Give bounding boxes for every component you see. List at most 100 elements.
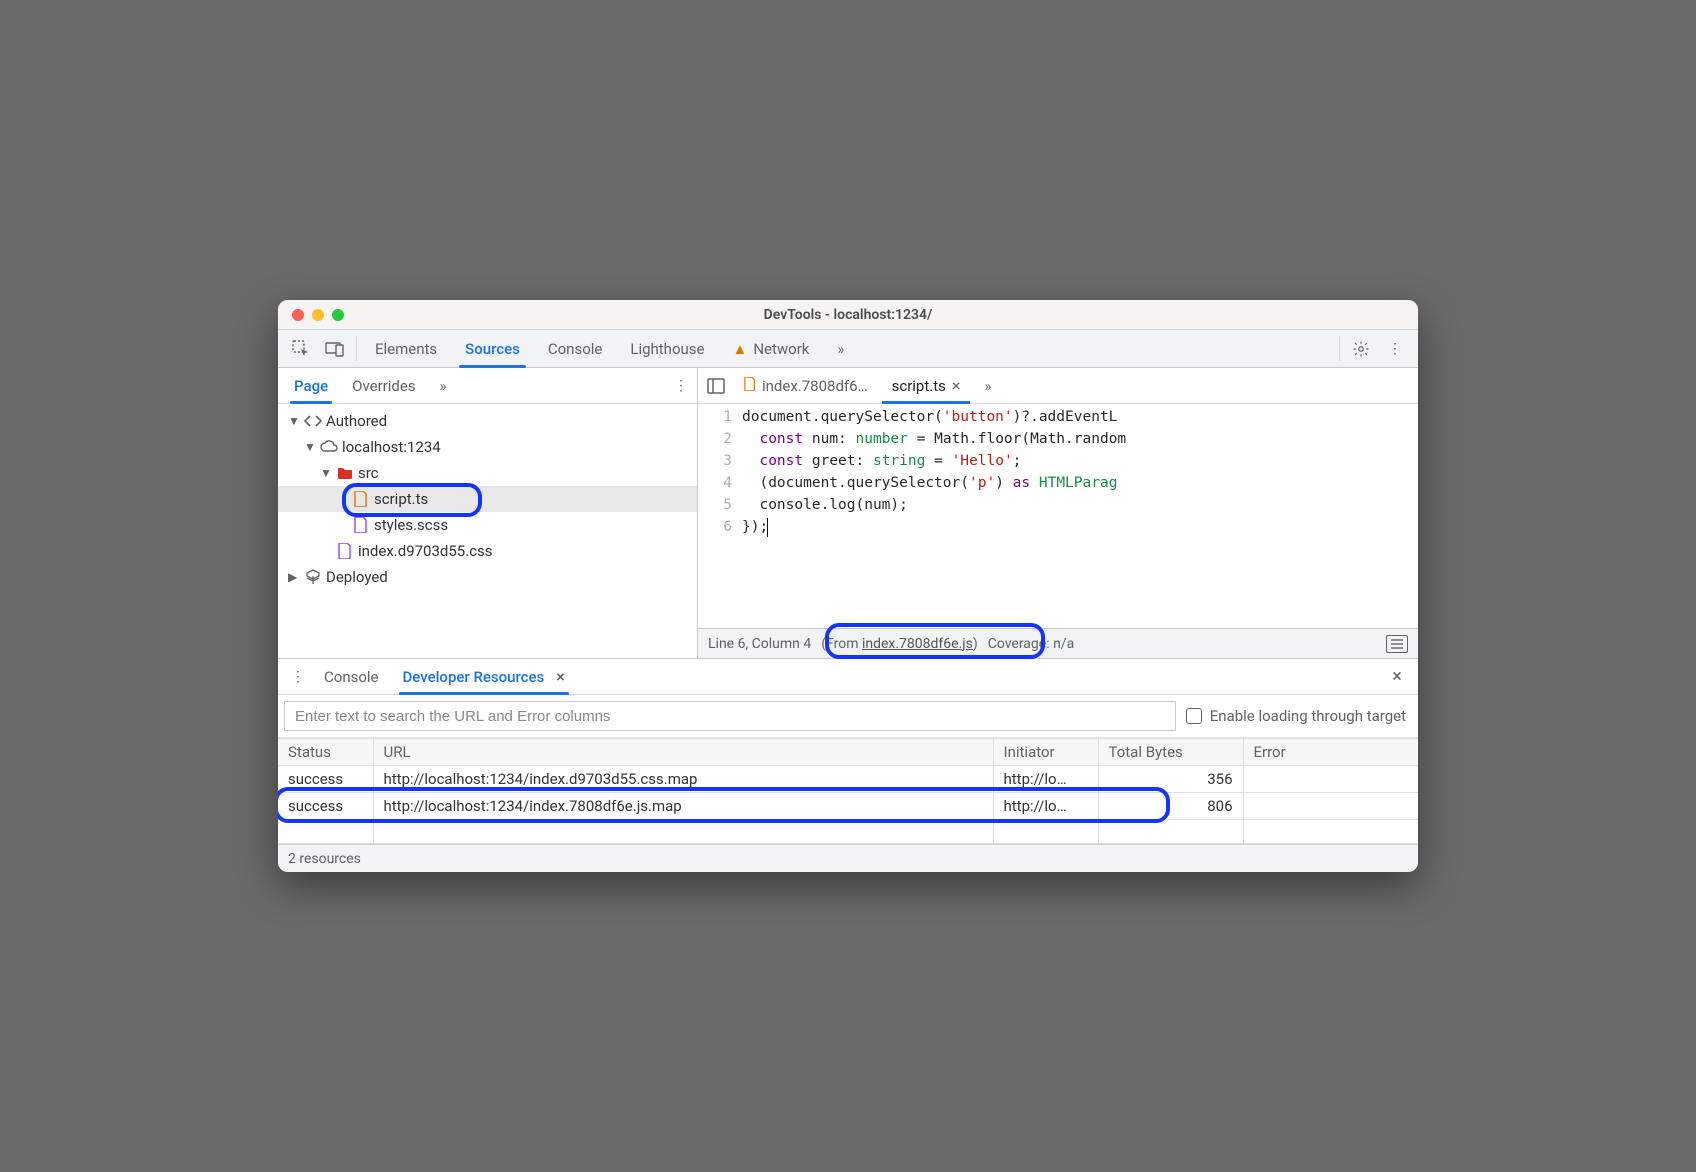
cell-error xyxy=(1243,766,1418,793)
window-title: DevTools - localhost:1234/ xyxy=(278,307,1418,323)
tab-network[interactable]: ▲ Network xyxy=(718,330,823,367)
chevron-down-icon: ▼ xyxy=(288,414,300,428)
settings-icon[interactable] xyxy=(1344,330,1378,367)
sources-panel: Page Overrides » ⋮ ▼ Authored xyxy=(278,368,1418,658)
resources-table-wrap: Status URL Initiator Total Bytes Error s… xyxy=(278,738,1418,844)
drawer: ⋮ Console Developer Resources × × Enable… xyxy=(278,658,1418,872)
cell-bytes: 356 xyxy=(1098,766,1243,793)
table-row[interactable]: success http://localhost:1234/index.d970… xyxy=(278,766,1418,793)
tab-label: Developer Resources xyxy=(403,668,545,686)
tree-file-indexcss[interactable]: index.d9703d55.css xyxy=(278,538,697,564)
chevron-down-icon: ▼ xyxy=(304,440,316,454)
navigator-tabs: Page Overrides » ⋮ xyxy=(278,368,697,404)
code-editor[interactable]: 123456 document.querySelector('button')?… xyxy=(698,404,1418,628)
tree-label: localhost:1234 xyxy=(342,438,441,456)
cell-error xyxy=(1243,793,1418,820)
navigator-tab-page[interactable]: Page xyxy=(282,368,340,403)
table-row[interactable]: success http://localhost:1234/index.7808… xyxy=(278,793,1418,820)
code-icon xyxy=(304,414,322,428)
tree-deployed[interactable]: ▶ Deployed xyxy=(278,564,697,590)
tree-authored[interactable]: ▼ Authored xyxy=(278,408,697,434)
col-header-status[interactable]: Status xyxy=(278,739,373,766)
source-map-origin: (From index.7808df6e.js) xyxy=(821,636,977,652)
tree-label: script.ts xyxy=(374,490,428,508)
more-tabs-button[interactable]: » xyxy=(823,330,858,367)
toggle-navigator-icon[interactable] xyxy=(702,378,730,394)
close-tab-icon[interactable]: × xyxy=(952,376,961,395)
col-header-bytes[interactable]: Total Bytes xyxy=(1098,739,1243,766)
tree-label: Authored xyxy=(326,412,387,430)
folder-icon xyxy=(336,466,354,480)
tab-console[interactable]: Console xyxy=(534,330,617,367)
tree-folder-src[interactable]: ▼ src xyxy=(278,460,697,486)
file-icon xyxy=(744,377,756,395)
drawer-tab-developer-resources[interactable]: Developer Resources × xyxy=(391,659,577,694)
tab-sources[interactable]: Sources xyxy=(451,330,534,367)
tree-host[interactable]: ▼ localhost:1234 xyxy=(278,434,697,460)
tree-file-styles[interactable]: styles.scss xyxy=(278,512,697,538)
pretty-print-icon[interactable] xyxy=(1386,635,1408,653)
editor-tab-index[interactable]: index.7808df6… xyxy=(734,368,878,403)
cell-url: http://localhost:1234/index.7808df6e.js.… xyxy=(373,793,993,820)
col-header-url[interactable]: URL xyxy=(373,739,993,766)
resource-count: 2 resources xyxy=(288,851,361,867)
tab-elements[interactable]: Elements xyxy=(361,330,451,367)
col-header-initiator[interactable]: Initiator xyxy=(993,739,1098,766)
chevron-down-icon: ▼ xyxy=(320,466,332,480)
devtools-window: DevTools - localhost:1234/ Elements Sour… xyxy=(278,300,1418,872)
col-header-error[interactable]: Error xyxy=(1243,739,1418,766)
resources-table: Status URL Initiator Total Bytes Error s… xyxy=(278,738,1418,844)
editor-tab-strip: index.7808df6… script.ts × » xyxy=(698,368,1418,404)
navigator-more-tabs[interactable]: » xyxy=(428,368,459,403)
file-tree: ▼ Authored ▼ localhost:1234 xyxy=(278,404,697,658)
search-input[interactable] xyxy=(284,701,1176,731)
device-toolbar-icon[interactable] xyxy=(318,330,352,367)
source-map-link[interactable]: index.7808df6e.js xyxy=(862,636,973,652)
tree-label: styles.scss xyxy=(374,516,448,534)
file-icon xyxy=(336,543,354,559)
file-icon xyxy=(352,491,370,507)
resources-filter-row: Enable loading through target xyxy=(278,695,1418,738)
main-toolbar: Elements Sources Console Lighthouse ▲ Ne… xyxy=(278,330,1418,368)
drawer-tabs: ⋮ Console Developer Resources × × xyxy=(278,659,1418,695)
cloud-icon xyxy=(320,440,338,454)
coverage-status: Coverage: n/a xyxy=(988,636,1074,652)
tree-label: Deployed xyxy=(326,568,388,586)
line-gutter: 123456 xyxy=(698,404,742,628)
tab-network-label: Network xyxy=(753,340,809,358)
warning-icon: ▲ xyxy=(732,340,747,358)
source-editor-pane: index.7808df6… script.ts × » 123456 docu… xyxy=(698,368,1418,658)
checkbox-icon xyxy=(1186,708,1202,724)
kebab-menu-icon[interactable]: ⋮ xyxy=(1378,330,1412,367)
code-content: document.querySelector('button')?.addEve… xyxy=(742,404,1418,628)
navigator-pane: Page Overrides » ⋮ ▼ Authored xyxy=(278,368,698,658)
table-header-row: Status URL Initiator Total Bytes Error xyxy=(278,739,1418,766)
cell-status: success xyxy=(278,793,373,820)
cell-bytes: 806 xyxy=(1098,793,1243,820)
tree-label: src xyxy=(358,464,379,482)
tree-file-script[interactable]: script.ts xyxy=(278,486,697,512)
tab-label: script.ts xyxy=(892,377,946,395)
deployed-icon xyxy=(304,569,322,585)
drawer-tab-console[interactable]: Console xyxy=(312,659,391,694)
navigator-tab-overrides[interactable]: Overrides xyxy=(340,368,427,403)
enable-loading-checkbox[interactable]: Enable loading through target xyxy=(1186,707,1412,725)
editor-status-bar: Line 6, Column 4 (From index.7808df6e.js… xyxy=(698,628,1418,658)
chevron-right-icon: ▶ xyxy=(288,570,300,584)
titlebar: DevTools - localhost:1234/ xyxy=(278,300,1418,330)
close-drawer-icon[interactable]: × xyxy=(1382,659,1412,694)
editor-more-tabs[interactable]: » xyxy=(974,368,1001,403)
resources-footer: 2 resources xyxy=(278,844,1418,872)
tab-lighthouse[interactable]: Lighthouse xyxy=(616,330,718,367)
close-tab-icon[interactable]: × xyxy=(556,667,565,686)
cell-url: http://localhost:1234/index.d9703d55.css… xyxy=(373,766,993,793)
cell-initiator: http://lo… xyxy=(993,766,1098,793)
editor-tab-script[interactable]: script.ts × xyxy=(882,368,971,403)
drawer-menu-icon[interactable]: ⋮ xyxy=(284,659,312,694)
table-row-empty xyxy=(278,820,1418,844)
cell-status: success xyxy=(278,766,373,793)
cursor-position: Line 6, Column 4 xyxy=(708,636,811,652)
navigator-menu-icon[interactable]: ⋮ xyxy=(665,368,697,403)
checkbox-label: Enable loading through target xyxy=(1210,707,1406,725)
inspect-element-icon[interactable] xyxy=(284,330,318,367)
